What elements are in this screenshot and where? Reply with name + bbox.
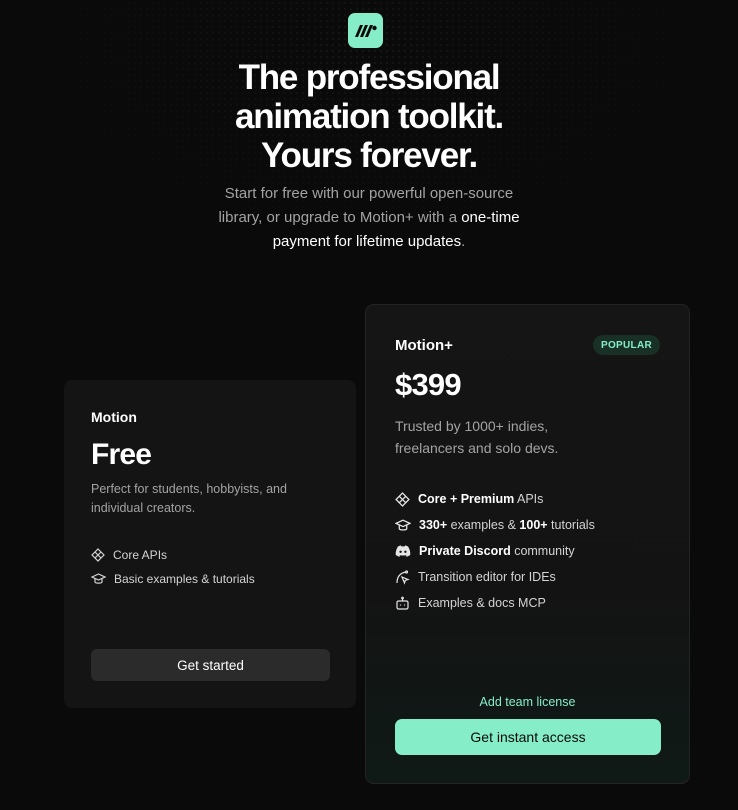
free-plan-features: Core APIs Basic examples & tutorials xyxy=(91,543,255,591)
feature-text: examples & xyxy=(447,518,520,532)
page-subtitle: Start for free with our powerful open-so… xyxy=(209,182,529,254)
plus-plan-features: Core + Premium APIs 330+ examples & 100+… xyxy=(395,486,595,616)
free-plan-price: Free xyxy=(91,438,152,471)
graduation-cap-icon xyxy=(91,573,106,584)
cursor-path-icon xyxy=(396,569,410,585)
discord-icon xyxy=(395,545,411,557)
feature-bold-text: 330+ xyxy=(419,518,448,532)
feature-text: Examples & docs MCP xyxy=(418,596,546,610)
feature-item: Basic examples & tutorials xyxy=(91,567,255,591)
feature-item: 330+ examples & 100+ tutorials xyxy=(395,512,595,538)
free-plan-name: Motion xyxy=(91,409,137,425)
get-instant-access-button[interactable]: Get instant access xyxy=(395,719,661,755)
headline-line-2: animation toolkit. xyxy=(234,97,504,136)
feature-item: Core APIs xyxy=(91,543,255,567)
feature-item: Transition editor for IDEs xyxy=(395,564,595,590)
plus-plan-price: $399 xyxy=(395,367,462,402)
feature-item: Examples & docs MCP xyxy=(395,590,595,616)
headline-line-1: The professional xyxy=(238,58,501,97)
subtitle-end: . xyxy=(461,233,466,250)
popular-badge: POPULAR xyxy=(593,335,660,355)
plus-plan-description: Trusted by 1000+ indies, freelancers and… xyxy=(395,418,559,456)
page-headline: The professional animation toolkit. Your… xyxy=(0,58,738,175)
feature-text: tutorials xyxy=(547,518,595,532)
graduation-cap-icon xyxy=(395,518,411,531)
free-plan-description: Perfect for students, hobbyists, and ind… xyxy=(91,482,287,515)
motion-logo-icon[interactable] xyxy=(348,13,383,48)
feature-item: Core + Premium APIs xyxy=(395,486,595,512)
feature-text: Transition editor for IDEs xyxy=(418,570,556,584)
robot-icon xyxy=(396,596,409,610)
free-plan-card: Motion Free Perfect for students, hobbyi… xyxy=(64,380,356,708)
feature-bold-text: 100+ xyxy=(519,518,548,532)
diamond-grid-icon xyxy=(91,548,105,562)
feature-text: APIs xyxy=(514,492,544,506)
feature-bold-text: Private Discord xyxy=(419,544,511,558)
plus-plan-name: Motion+ xyxy=(395,337,453,354)
feature-item: Private Discord community xyxy=(395,538,595,564)
feature-text: Core APIs xyxy=(113,548,168,562)
get-started-button[interactable]: Get started xyxy=(91,649,330,681)
add-team-license-link[interactable]: Add team license xyxy=(366,695,689,709)
feature-text: community xyxy=(510,544,575,558)
headline-line-3: Yours forever. xyxy=(261,136,478,175)
plus-plan-card: Motion+ POPULAR $399 Trusted by 1000+ in… xyxy=(365,304,690,784)
feature-bold-text: Core + Premium xyxy=(418,492,515,506)
diamond-grid-icon xyxy=(395,491,410,507)
feature-text: Basic examples & tutorials xyxy=(114,572,255,586)
